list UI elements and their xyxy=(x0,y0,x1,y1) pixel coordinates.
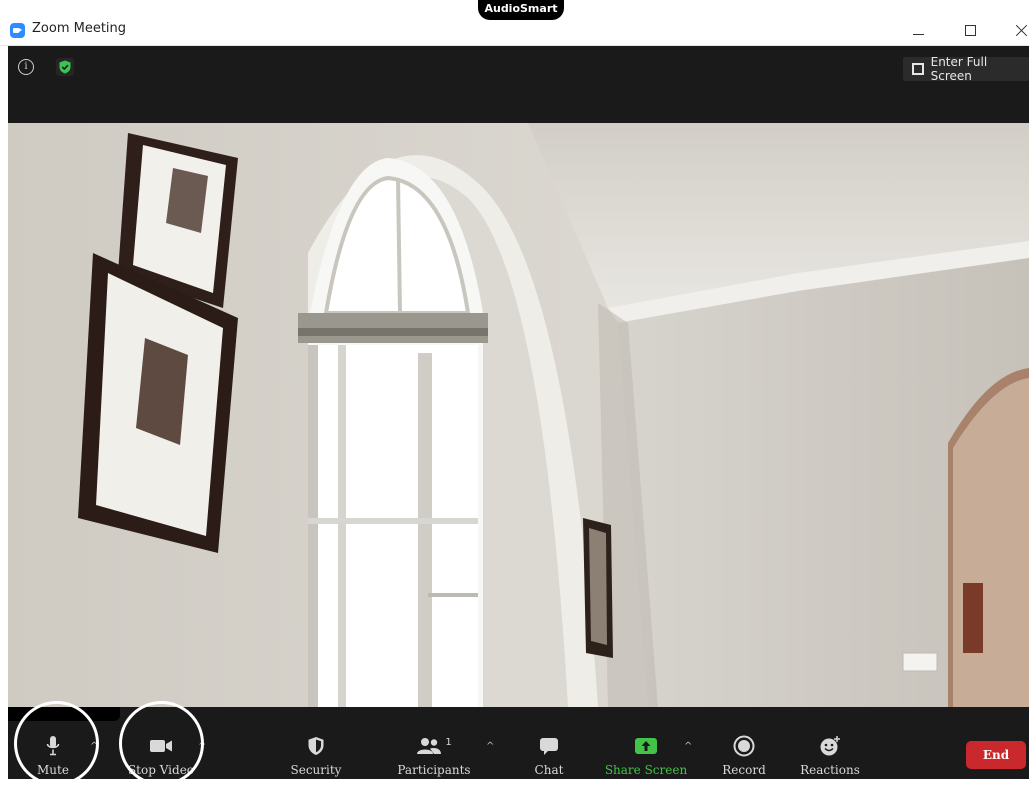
window-titlebar: Zoom Meeting AudioSmart xyxy=(0,0,1029,46)
audiosmart-overlay-tab[interactable]: AudioSmart xyxy=(478,0,564,20)
minimize-icon xyxy=(912,33,924,35)
chat-button[interactable]: Chat xyxy=(524,707,574,779)
participants-count: 1 xyxy=(445,736,452,748)
camera-view-illustration xyxy=(8,123,1029,707)
security-button[interactable]: Security xyxy=(284,707,348,779)
meeting-toolbar: Mute ^ Stop Video ^ Security 1 Participa… xyxy=(8,701,1029,786)
maximize-icon xyxy=(964,24,976,36)
smiley-plus-icon xyxy=(819,735,841,757)
maximize-button[interactable] xyxy=(948,16,992,44)
enter-full-screen-button[interactable]: Enter Full Screen xyxy=(903,55,1029,83)
participants-label: Participants xyxy=(397,763,471,777)
window-title: Zoom Meeting xyxy=(32,21,127,36)
shield-icon xyxy=(307,735,325,757)
security-label: Security xyxy=(290,763,342,777)
fullscreen-icon xyxy=(912,63,924,75)
shield-check-icon[interactable] xyxy=(56,58,74,76)
share-screen-label: Share Screen xyxy=(604,763,688,777)
stop-video-highlight-ring xyxy=(119,701,204,786)
record-icon xyxy=(733,735,755,757)
minimize-button[interactable] xyxy=(896,16,940,44)
share-screen-arrow-icon xyxy=(634,735,658,757)
participants-icon xyxy=(417,738,442,754)
participants-icon-group: 1 xyxy=(416,735,452,757)
reactions-button[interactable]: Reactions xyxy=(794,707,866,779)
end-meeting-button[interactable]: End xyxy=(966,741,1026,769)
close-button[interactable] xyxy=(999,16,1029,44)
zoom-app-icon xyxy=(10,23,25,38)
participants-button[interactable]: 1 Participants xyxy=(394,707,474,779)
reactions-label: Reactions xyxy=(800,763,860,777)
share-screen-button[interactable]: Share Screen xyxy=(602,707,690,779)
chat-label: Chat xyxy=(534,763,564,777)
share-options-caret-icon[interactable]: ^ xyxy=(684,741,692,752)
close-icon xyxy=(1015,24,1028,37)
meeting-top-bar: i Enter Full Screen xyxy=(8,46,1029,123)
chat-bubble-icon xyxy=(539,735,559,757)
fullscreen-label: Enter Full Screen xyxy=(930,55,988,83)
record-label: Record xyxy=(722,763,766,777)
info-icon[interactable]: i xyxy=(18,59,34,75)
mute-highlight-ring xyxy=(14,701,99,786)
participants-options-caret-icon[interactable]: ^ xyxy=(486,741,494,752)
record-button[interactable]: Record xyxy=(716,707,772,779)
video-feed xyxy=(8,123,1029,707)
